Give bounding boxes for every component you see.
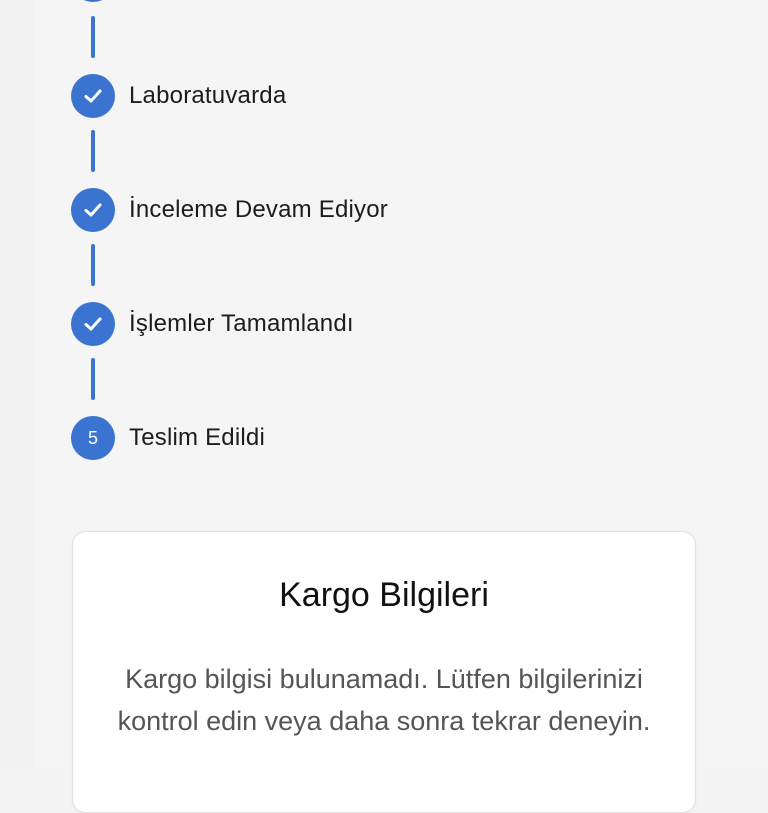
check-icon (84, 203, 102, 217)
cargo-message: Kargo bilgisi bulunamadı. Lütfen bilgile… (117, 664, 651, 736)
check-icon (84, 317, 102, 331)
step-5-circle: 5 (71, 416, 115, 460)
step-5-number: 5 (87, 427, 98, 448)
timeline-connector (91, 130, 95, 172)
step-3-circle (71, 188, 115, 232)
timeline-connector (91, 358, 95, 400)
step-3-label: İnceleme Devam Ediyor (129, 196, 388, 223)
status-timeline: Laboratuvarda İnceleme Devam Ediyor İşle… (0, 0, 768, 480)
timeline-connector (91, 244, 95, 286)
cargo-info-card: Kargo Bilgileri Kargo bilgisi bulunamadı… (72, 531, 696, 813)
cargo-title: Kargo Bilgileri (279, 576, 489, 614)
step-2-label: Laboratuvarda (129, 82, 287, 109)
order-status-page: Laboratuvarda İnceleme Devam Ediyor İşle… (0, 0, 768, 813)
step-1-circle (71, 0, 115, 2)
step-2-circle (71, 74, 115, 118)
step-4-circle (71, 302, 115, 346)
timeline-connector (91, 16, 95, 58)
step-5-label: Teslim Edildi (129, 424, 265, 451)
step-4-label: İşlemler Tamamlandı (129, 310, 354, 337)
check-icon (84, 89, 102, 103)
